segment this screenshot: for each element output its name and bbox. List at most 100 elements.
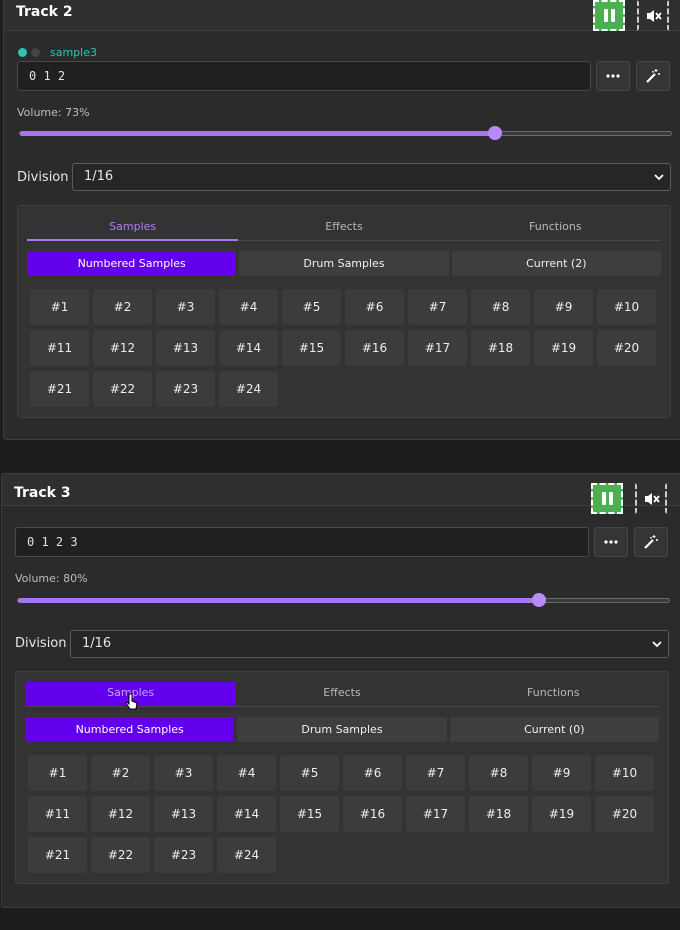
- track-2-subtab-current[interactable]: Current (2): [451, 251, 661, 276]
- track-2-mute-button[interactable]: [637, 0, 669, 31]
- track-3-sample-button[interactable]: #7: [406, 755, 465, 791]
- track-3-sample-button[interactable]: #14: [217, 796, 276, 832]
- track-3-tab-effects[interactable]: Effects: [236, 682, 447, 706]
- track-3-sample-button[interactable]: #17: [406, 796, 465, 832]
- track-2-sample-button[interactable]: #17: [408, 330, 467, 366]
- track-3-tabs: Samples Effects Functions: [25, 682, 659, 707]
- track-2-volume-slider[interactable]: [19, 126, 672, 140]
- track-2-sample-button[interactable]: #23: [156, 371, 215, 407]
- track-2-sample-button[interactable]: #2: [93, 289, 152, 325]
- track-2-sample-button[interactable]: #7: [408, 289, 467, 325]
- track-3-sample-button[interactable]: #9: [532, 755, 591, 791]
- track-2-division-select[interactable]: 1/16: [72, 163, 671, 191]
- track-3-sample-button[interactable]: #21: [28, 837, 87, 873]
- track-2-tab-functions[interactable]: Functions: [450, 216, 661, 240]
- track-3-subtab-current[interactable]: Current (0): [449, 717, 659, 742]
- track-3-sample-button[interactable]: #12: [91, 796, 150, 832]
- track-3-subtab-numbered-samples[interactable]: Numbered Samples: [25, 717, 235, 742]
- track-3-panel: Track 3 0 1 2 3 Volume: 80% Division 1/1…: [1, 473, 680, 908]
- track-2-sample-button[interactable]: #18: [471, 330, 530, 366]
- track-3-volume-slider[interactable]: [17, 593, 670, 607]
- track-2-magic-button[interactable]: [636, 61, 670, 91]
- track-3-sample-button[interactable]: #15: [280, 796, 339, 832]
- track-2-sample-button[interactable]: #6: [345, 289, 404, 325]
- track-2-sample-button[interactable]: #1: [30, 289, 89, 325]
- track-2-tab-effects[interactable]: Effects: [238, 216, 449, 240]
- track-2-sample-button[interactable]: #11: [30, 330, 89, 366]
- track-2-header: Track 2: [4, 0, 680, 31]
- track-2-more-button[interactable]: [596, 61, 630, 91]
- track-3-pause-button[interactable]: [591, 483, 623, 514]
- track-2-panel: Track 2 sample3 0 1 2 Volume: 73% Divisi…: [3, 0, 680, 440]
- track-3-sample-grid: #1 #2 #3 #4 #5 #6 #7 #8 #9 #10 #11 #12 #13 #14 #15 #16 #…: [28, 755, 654, 873]
- track-2-title: Track 2: [16, 4, 73, 20]
- track-3-sample-button[interactable]: #2: [91, 755, 150, 791]
- track-2-volume-label: Volume: 73%: [17, 106, 90, 119]
- track-2-tab-samples[interactable]: Samples: [27, 216, 239, 241]
- more-horizontal-icon: [606, 74, 620, 78]
- track-2-sample-button[interactable]: #19: [534, 330, 593, 366]
- track-3-sample-button[interactable]: #13: [154, 796, 213, 832]
- track-2-subtab-numbered-samples[interactable]: Numbered Samples: [27, 251, 237, 276]
- track-3-sample-button[interactable]: #10: [595, 755, 654, 791]
- track-3-sample-button[interactable]: #1: [28, 755, 87, 791]
- track-2-volume-thumb[interactable]: [488, 126, 503, 140]
- track-2-sample-name: sample3: [50, 46, 97, 59]
- track-2-division-value: 1/16: [84, 169, 114, 184]
- track-3-mute-button[interactable]: [635, 483, 667, 514]
- track-3-sample-button[interactable]: #16: [343, 796, 402, 832]
- track-3-volume-thumb[interactable]: [531, 593, 546, 607]
- track-2-sample-button[interactable]: #16: [345, 330, 404, 366]
- track-3-sample-button[interactable]: #23: [154, 837, 213, 873]
- inactive-dot: [31, 48, 40, 57]
- track-2-sample-button[interactable]: #4: [219, 289, 278, 325]
- track-2-sample-button[interactable]: #10: [597, 289, 656, 325]
- track-3-subtabs: Numbered Samples Drum Samples Current (0): [25, 717, 659, 742]
- track-3-tab-functions[interactable]: Functions: [448, 682, 659, 706]
- track-2-pause-button[interactable]: [593, 0, 625, 31]
- track-3-sample-button[interactable]: #24: [217, 837, 276, 873]
- track-3-pattern-input[interactable]: 0 1 2 3: [15, 527, 589, 557]
- track-3-sample-button[interactable]: #3: [154, 755, 213, 791]
- track-2-sample-button[interactable]: #5: [282, 289, 341, 325]
- magic-wand-icon: [644, 535, 658, 549]
- track-3-sample-button[interactable]: #11: [28, 796, 87, 832]
- track-3-sample-button[interactable]: #6: [343, 755, 402, 791]
- track-3-header: Track 3: [2, 474, 680, 514]
- track-2-sample-indicator: sample3: [18, 46, 97, 59]
- track-2-sample-button[interactable]: #9: [534, 289, 593, 325]
- track-2-sample-grid: #1 #2 #3 #4 #5 #6 #7 #8 #9 #10 #11 #12 #13 #14 #15 #16 #…: [30, 289, 656, 407]
- track-3-sample-button[interactable]: #8: [469, 755, 528, 791]
- mouse-pointer-icon: [125, 693, 138, 710]
- track-2-sample-button[interactable]: #21: [30, 371, 89, 407]
- track-3-division-select[interactable]: 1/16: [70, 630, 669, 658]
- track-2-sample-button[interactable]: #3: [156, 289, 215, 325]
- track-3-volume-label: Volume: 80%: [15, 572, 88, 585]
- track-3-library-panel: Samples Effects Functions Numbered Samples…: [15, 671, 669, 884]
- track-3-sample-button[interactable]: #22: [91, 837, 150, 873]
- track-3-magic-button[interactable]: [634, 527, 668, 557]
- track-2-sample-button[interactable]: #24: [219, 371, 278, 407]
- track-2-sample-button[interactable]: #20: [597, 330, 656, 366]
- track-3-sample-button[interactable]: #19: [532, 796, 591, 832]
- track-2-sample-button[interactable]: #22: [93, 371, 152, 407]
- track-2-volume-fill: [20, 131, 496, 136]
- track-3-volume-fill: [18, 598, 539, 603]
- track-3-sample-button[interactable]: #20: [595, 796, 654, 832]
- chevron-down-icon: [652, 641, 662, 648]
- track-3-more-button[interactable]: [594, 527, 628, 557]
- track-2-sample-button[interactable]: #8: [471, 289, 530, 325]
- track-2-sample-button[interactable]: #13: [156, 330, 215, 366]
- track-3-sample-button[interactable]: #5: [280, 755, 339, 791]
- track-2-sample-button[interactable]: #12: [93, 330, 152, 366]
- track-2-pattern-input[interactable]: 0 1 2: [17, 61, 591, 91]
- volume-mute-icon: [645, 493, 660, 505]
- track-3-sample-button[interactable]: #4: [217, 755, 276, 791]
- track-2-subtab-drum-samples[interactable]: Drum Samples: [239, 251, 449, 276]
- track-2-sample-button[interactable]: #15: [282, 330, 341, 366]
- track-2-sample-button[interactable]: #14: [219, 330, 278, 366]
- track-3-subtab-drum-samples[interactable]: Drum Samples: [237, 717, 447, 742]
- volume-mute-icon: [647, 10, 662, 22]
- magic-wand-icon: [646, 69, 660, 83]
- track-3-sample-button[interactable]: #18: [469, 796, 528, 832]
